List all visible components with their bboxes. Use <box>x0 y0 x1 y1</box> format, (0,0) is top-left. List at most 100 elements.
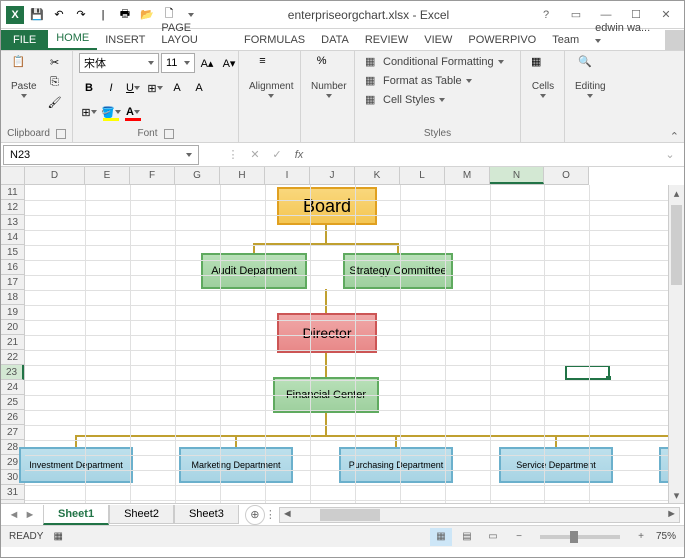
row-header-23[interactable]: 23 <box>1 365 24 380</box>
underline-button[interactable]: U <box>123 79 143 97</box>
sheet-tab-2[interactable]: Sheet2 <box>109 505 174 524</box>
normal-view-icon[interactable]: ▦ <box>430 528 452 546</box>
row-header-19[interactable]: 19 <box>1 305 24 320</box>
fx-icon[interactable]: fx <box>289 146 309 164</box>
tab-insert[interactable]: INSERT <box>97 30 153 50</box>
worksheet-grid[interactable]: DEFGHIJKLMNO 111213141516171819202122232… <box>1 167 684 503</box>
row-header-15[interactable]: 15 <box>1 245 24 260</box>
border-button[interactable]: ⊞ <box>145 79 165 97</box>
sheet-tab-3[interactable]: Sheet3 <box>174 505 239 524</box>
expand-formula-icon[interactable]: ⌄ <box>660 146 680 164</box>
node-strategy[interactable]: Strategy Committee <box>343 253 453 289</box>
format-painter-icon[interactable]: 🖌 <box>45 93 65 111</box>
col-header-M[interactable]: M <box>445 167 490 184</box>
avatar[interactable] <box>665 30 684 50</box>
row-header-21[interactable]: 21 <box>1 335 24 350</box>
col-header-E[interactable]: E <box>85 167 130 184</box>
page-break-view-icon[interactable]: ▭ <box>482 528 504 546</box>
sheet-nav-next-icon[interactable]: ► <box>23 508 37 522</box>
tab-team[interactable]: Team <box>544 30 587 50</box>
node-service[interactable]: Service Department <box>499 447 613 483</box>
row-header-17[interactable]: 17 <box>1 275 24 290</box>
format-as-table-button[interactable]: ▦Format as Table <box>361 72 508 90</box>
tab-view[interactable]: VIEW <box>416 30 460 50</box>
cells-area[interactable]: Board Audit Department Strategy Committe… <box>25 185 668 503</box>
zoom-out-icon[interactable]: − <box>508 528 530 546</box>
col-header-I[interactable]: I <box>265 167 310 184</box>
tab-data[interactable]: DATA <box>313 30 357 50</box>
print-icon[interactable]: 🖶 <box>115 5 135 25</box>
sheet-tab-1[interactable]: Sheet1 <box>43 505 109 525</box>
cell-styles-button[interactable]: ▦Cell Styles <box>361 91 508 109</box>
formula-input[interactable] <box>315 145 660 165</box>
row-header-12[interactable]: 12 <box>1 200 24 215</box>
node-audit[interactable]: Audit Department <box>201 253 307 289</box>
col-header-G[interactable]: G <box>175 167 220 184</box>
node-purchasing[interactable]: Purchasing Department <box>339 447 453 483</box>
row-header-14[interactable]: 14 <box>1 230 24 245</box>
cut-icon[interactable]: ✂ <box>45 53 65 71</box>
font-grow2-icon[interactable]: A <box>167 79 187 97</box>
redo-icon[interactable]: ↷ <box>71 5 91 25</box>
row-header-27[interactable]: 27 <box>1 425 24 440</box>
alignment-button[interactable]: ≡Alignment <box>245 53 297 100</box>
tab-pagelayout[interactable]: PAGE LAYOU <box>153 18 236 50</box>
cells-button[interactable]: ▦Cells <box>527 53 559 100</box>
font-launcher[interactable] <box>164 129 174 139</box>
paste-button[interactable]: 📋 Paste <box>7 53 41 100</box>
italic-button[interactable]: I <box>101 79 121 97</box>
page-layout-view-icon[interactable]: ▤ <box>456 528 478 546</box>
help-icon[interactable]: ? <box>532 5 560 25</box>
node-investment[interactable]: Investment Department <box>19 447 133 483</box>
sheet-nav-prev-icon[interactable]: ◄ <box>7 508 21 522</box>
grow-font-icon[interactable]: A▴ <box>197 54 217 72</box>
fbar-dropdown-icon[interactable]: ⋮ <box>223 146 243 164</box>
scroll-down-icon[interactable]: ▾ <box>669 487 684 503</box>
font-shrink2-icon[interactable]: A <box>189 79 209 97</box>
bold-button[interactable]: B <box>79 79 99 97</box>
row-header-18[interactable]: 18 <box>1 290 24 305</box>
vscroll-thumb[interactable] <box>671 205 682 285</box>
row-header-24[interactable]: 24 <box>1 380 24 395</box>
tab-home[interactable]: HOME <box>48 28 97 50</box>
node-director[interactable]: Director <box>277 313 377 353</box>
border2-button[interactable]: ⊞ <box>79 103 99 121</box>
select-all-corner[interactable] <box>1 167 25 185</box>
tab-formulas[interactable]: FORMULAS <box>236 30 313 50</box>
horizontal-scrollbar[interactable]: ◄ ► <box>279 507 680 523</box>
name-box[interactable]: N23 <box>3 145 199 165</box>
tab-powerpivot[interactable]: POWERPIVO <box>460 30 544 50</box>
col-header-H[interactable]: H <box>220 167 265 184</box>
fill-color-button[interactable]: 🪣 <box>101 103 121 121</box>
ribbon-options-icon[interactable]: ▭ <box>562 5 590 25</box>
clipboard-launcher[interactable] <box>56 129 66 139</box>
font-color-button[interactable]: A <box>123 103 143 121</box>
add-sheet-icon[interactable]: ⊕ <box>245 505 265 525</box>
copy-icon[interactable]: ⎘ <box>45 73 65 91</box>
col-header-D[interactable]: D <box>25 167 85 184</box>
vertical-scrollbar[interactable]: ▴ ▾ <box>668 185 684 503</box>
conditional-formatting-button[interactable]: ▦Conditional Formatting <box>361 53 508 71</box>
col-header-L[interactable]: L <box>400 167 445 184</box>
tab-file[interactable]: FILE <box>1 30 48 50</box>
row-header-25[interactable]: 25 <box>1 395 24 410</box>
node-board[interactable]: Board <box>277 187 377 225</box>
col-header-O[interactable]: O <box>544 167 589 184</box>
tab-review[interactable]: REVIEW <box>357 30 416 50</box>
active-cell[interactable] <box>565 365 610 380</box>
scroll-up-icon[interactable]: ▴ <box>669 185 684 201</box>
save-icon[interactable]: 💾 <box>27 5 47 25</box>
hscroll-thumb[interactable] <box>320 509 380 521</box>
collapse-ribbon-icon[interactable]: ⌃ <box>670 130 679 143</box>
number-button[interactable]: %Number <box>307 53 351 100</box>
font-size-select[interactable]: 11 <box>161 53 195 73</box>
macro-record-icon[interactable]: ▦ <box>53 531 62 542</box>
row-header-13[interactable]: 13 <box>1 215 24 230</box>
col-header-J[interactable]: J <box>310 167 355 184</box>
cancel-formula-icon[interactable]: ✕ <box>245 146 265 164</box>
font-name-select[interactable]: 宋体 <box>79 53 159 73</box>
undo-icon[interactable]: ↶ <box>49 5 69 25</box>
row-header-31[interactable]: 31 <box>1 485 24 500</box>
zoom-slider[interactable] <box>540 535 620 539</box>
zoom-level[interactable]: 75% <box>656 531 676 542</box>
